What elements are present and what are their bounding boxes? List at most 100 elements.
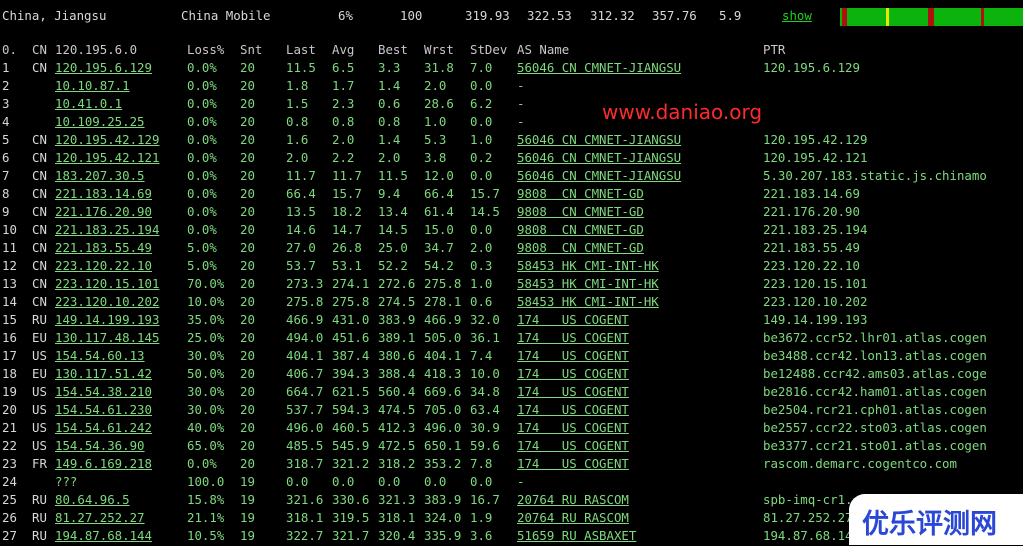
worst-value: 5.3 (424, 132, 447, 147)
as-name-link[interactable]: 56046 CN CMNET-JIANGSU (517, 150, 681, 165)
as-name-link[interactable]: 9808 CN CMNET-GD (517, 186, 644, 201)
host-link[interactable]: 221.183.14.69 (55, 186, 152, 201)
host-link[interactable]: 221.183.25.194 (55, 222, 159, 237)
table-row: 13 CN 223.120.15.101 70.0% 20 273.3 274.1 272.6… (0, 276, 1023, 294)
worst-value: 1.0 (424, 114, 447, 129)
host-link[interactable]: 149.14.199.193 (55, 312, 159, 327)
host-link[interactable]: 81.27.252.27 (55, 510, 145, 525)
last-value: 27.0 (286, 240, 316, 255)
best-value: 13.4 (378, 204, 408, 219)
sent-value: 20 (240, 438, 255, 453)
sent-value: 19 (240, 510, 255, 525)
as-name-link[interactable]: 174 US COGENT (517, 402, 629, 417)
host-link[interactable]: 149.6.169.218 (55, 456, 152, 471)
as-name-link[interactable]: 58453 HK CMI-INT-HK (517, 258, 659, 273)
host-link[interactable]: 80.64.96.5 (55, 492, 130, 507)
stdev-value: 0.2 (470, 150, 493, 165)
stdev-value: 3.6 (470, 528, 493, 543)
best-value: 3.3 (378, 60, 401, 75)
host-link[interactable]: 154.54.36.90 (55, 438, 145, 453)
host-link[interactable]: 120.195.42.129 (55, 132, 159, 147)
as-name-link[interactable]: 20764 RU RASCOM (517, 510, 629, 525)
sent-value: 20 (240, 96, 255, 111)
as-name-link[interactable]: 174 US COGENT (517, 330, 629, 345)
avg-value: 6.5 (332, 60, 355, 75)
as-name-link[interactable]: 56046 CN CMNET-JIANGSU (517, 168, 681, 183)
show-link[interactable]: show (782, 8, 812, 23)
worst-value: 28.6 (424, 96, 454, 111)
as-name-link[interactable]: 9808 CN CMNET-GD (517, 240, 644, 255)
as-name-link[interactable]: 174 US COGENT (517, 384, 629, 399)
stdev-value: 0.0 (470, 222, 493, 237)
best-value: 388.4 (378, 366, 416, 381)
as-name-link[interactable]: 174 US COGENT (517, 312, 629, 327)
best-value: 2.0 (378, 150, 401, 165)
as-name-link[interactable]: 174 US COGENT (517, 366, 629, 381)
table-row: 8 CN 221.183.14.69 0.0% 20 66.4 15.7 9.4 66.4 15.… (0, 186, 1023, 204)
stdev-value: 1.0 (470, 132, 493, 147)
sent-value: 20 (240, 420, 255, 435)
ptr-value: be2504.rcr21.cph01.atlas.cogen (763, 402, 987, 417)
stdev-value: 0.0 (470, 78, 493, 93)
as-name-link[interactable]: 58453 HK CMI-INT-HK (517, 294, 659, 309)
host-link[interactable]: 221.183.55.49 (55, 240, 152, 255)
table-row: 17 US 154.54.60.13 30.0% 20 404.1 387.4 380.6 40… (0, 348, 1023, 366)
loss-value: 0.0% (187, 168, 217, 183)
ptr-value: 223.120.22.10 (763, 258, 860, 273)
last-value: 318.7 (286, 456, 324, 471)
hop-index: 6 (2, 150, 10, 165)
best-value: 14.5 (378, 222, 408, 237)
header-stdev: StDev (470, 42, 508, 57)
as-name-link[interactable]: 9808 CN CMNET-GD (517, 204, 644, 219)
header-host: 120.195.6.0 (55, 42, 138, 57)
sent-value: 20 (240, 78, 255, 93)
last-value: 1.5 (286, 96, 309, 111)
host-link[interactable]: 10.109.25.25 (55, 114, 145, 129)
as-name-link[interactable]: 56046 CN CMNET-JIANGSU (517, 132, 681, 147)
hop-index: 3 (2, 96, 10, 111)
host-link[interactable]: 221.176.20.90 (55, 204, 152, 219)
best-value: 412.3 (378, 420, 416, 435)
last-value: 494.0 (286, 330, 324, 345)
loss-value: 15.8% (187, 492, 225, 507)
table-row: 24??? 100.0 19 0.0 0.0 0.0 0.0 0.0 - (0, 474, 1023, 492)
as-name-link[interactable]: 20764 RU RASCOM (517, 492, 629, 507)
host-link[interactable]: 10.41.0.1 (55, 96, 122, 111)
sent-value: 20 (240, 312, 255, 327)
host-link[interactable]: 183.207.30.5 (55, 168, 145, 183)
as-name-link[interactable]: 174 US COGENT (517, 420, 629, 435)
host-link[interactable]: 223.120.15.101 (55, 276, 159, 291)
worst-value: 418.3 (424, 366, 462, 381)
best-value: 472.5 (378, 438, 416, 453)
loss-value: 25.0% (187, 330, 225, 345)
host-link[interactable]: 223.120.22.10 (55, 258, 152, 273)
header-index: 0. (2, 42, 17, 57)
table-row: 18 EU 130.117.51.42 50.0% 20 406.7 394.3 388.4 4… (0, 366, 1023, 384)
sent-value: 19 (240, 492, 255, 507)
header-cc: CN (32, 42, 47, 57)
host-link[interactable]: 154.54.60.13 (55, 348, 145, 363)
loss-value: 5.0% (187, 258, 217, 273)
table-row: 4 10.109.25.25 0.0% 20 0.8 0.8 0.8 1.0 0.0 - (0, 114, 1023, 132)
ptr-value: be3377.ccr21.sto01.atlas.cogen (763, 438, 987, 453)
as-name-link[interactable]: 56046 CN CMNET-JIANGSU (517, 60, 681, 75)
as-name-link[interactable]: 174 US COGENT (517, 348, 629, 363)
host-link[interactable]: 154.54.38.210 (55, 384, 152, 399)
last-value: 537.7 (286, 402, 324, 417)
country-code: RU (32, 510, 47, 525)
as-name-link[interactable]: 58453 HK CMI-INT-HK (517, 276, 659, 291)
as-name-link[interactable]: 174 US COGENT (517, 456, 629, 471)
avg-value: 18.2 (332, 204, 362, 219)
as-name-link[interactable]: 9808 CN CMNET-GD (517, 222, 644, 237)
host-link[interactable]: 154.54.61.242 (55, 420, 152, 435)
host-link[interactable]: 130.117.48.145 (55, 330, 159, 345)
host-link[interactable]: 120.195.6.129 (55, 60, 152, 75)
host-link[interactable]: 10.10.87.1 (55, 78, 130, 93)
host-link[interactable]: 194.87.68.144 (55, 528, 152, 543)
host-link[interactable]: 154.54.61.230 (55, 402, 152, 417)
host-link[interactable]: 223.120.10.202 (55, 294, 159, 309)
host-link[interactable]: 120.195.42.121 (55, 150, 159, 165)
as-name-link[interactable]: 174 US COGENT (517, 438, 629, 453)
as-name-link[interactable]: 51659 RU ASBAXET (517, 528, 636, 543)
host-link[interactable]: 130.117.51.42 (55, 366, 152, 381)
